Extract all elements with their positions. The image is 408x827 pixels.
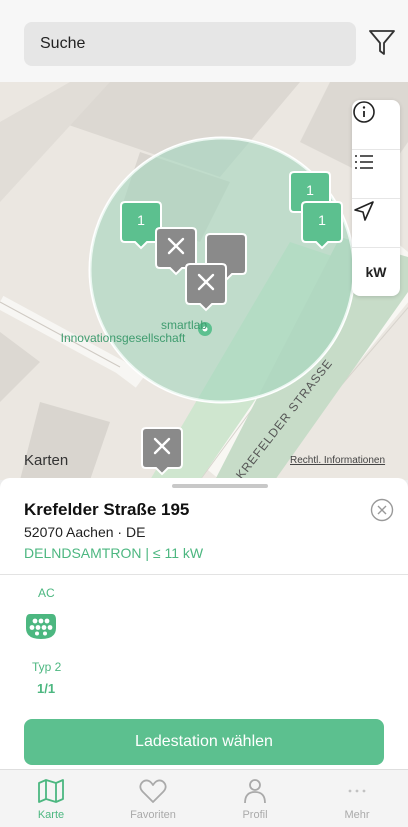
connector-current: AC (38, 586, 55, 600)
connector-availability: 1/1 (37, 681, 56, 696)
kw-label: kW (365, 264, 387, 280)
poi-label-line2: Innovationsgesellschaft (60, 331, 186, 345)
tab-label: Karte (37, 809, 65, 821)
type2-plug-icon[interactable] (24, 608, 58, 642)
list-icon (355, 155, 373, 169)
map-tools-panel: kW (352, 100, 400, 296)
divider (0, 574, 408, 575)
tab-favoriten[interactable]: Favoriten (102, 770, 204, 827)
location-arrow-icon (354, 201, 374, 221)
station-city: 52070 Aachen · DE (24, 524, 146, 540)
close-icon[interactable] (370, 498, 394, 522)
locate-button[interactable] (352, 198, 400, 247)
charger-marker-unavailable[interactable] (140, 426, 184, 476)
tab-bar: Karte Favoriten Profil Mehr (0, 769, 408, 827)
charger-marker-unavailable[interactable] (184, 262, 228, 312)
poi-label-line1: smartlab (160, 318, 207, 332)
connector-name: Typ 2 (32, 660, 62, 674)
legal-link[interactable]: Rechtl. Informationen (290, 455, 385, 466)
top-bar: Suche (0, 0, 408, 82)
map-view[interactable]: smartlab Innovationsgesellschaft KREFELD… (0, 82, 408, 480)
tab-label: Mehr (344, 809, 370, 821)
tab-mehr[interactable]: Mehr (306, 770, 408, 827)
search-input[interactable]: Suche (24, 22, 356, 66)
marker-count: 1 (318, 212, 326, 228)
heart-icon (139, 779, 167, 803)
map-brand-label: Karten (24, 452, 69, 469)
sheet-grabber[interactable] (172, 484, 268, 488)
select-station-button[interactable]: Ladestation wählen (24, 719, 384, 765)
tab-karte[interactable]: Karte (0, 770, 102, 827)
more-icon (348, 789, 366, 793)
station-title: Krefelder Straße 195 (24, 500, 190, 519)
map-icon (38, 779, 64, 803)
person-icon (244, 779, 266, 804)
kw-filter-button[interactable]: kW (352, 247, 400, 296)
app-screen: Suche smartlab Innovationsgesellschaft K… (0, 0, 408, 827)
filter-icon[interactable] (366, 26, 398, 58)
marker-count: 1 (306, 182, 314, 198)
info-icon (353, 101, 375, 123)
info-button[interactable] (352, 100, 400, 149)
search-placeholder: Suche (40, 35, 86, 52)
tab-profil[interactable]: Profil (204, 770, 306, 827)
charger-marker[interactable]: 1 (300, 200, 344, 250)
list-button[interactable] (352, 149, 400, 198)
tab-label: Favoriten (130, 809, 176, 821)
tab-label: Profil (242, 809, 268, 821)
station-operator: DELNDSAMTRON | ≤ 11 kW (24, 545, 204, 561)
map-brand: Karten (24, 452, 68, 469)
